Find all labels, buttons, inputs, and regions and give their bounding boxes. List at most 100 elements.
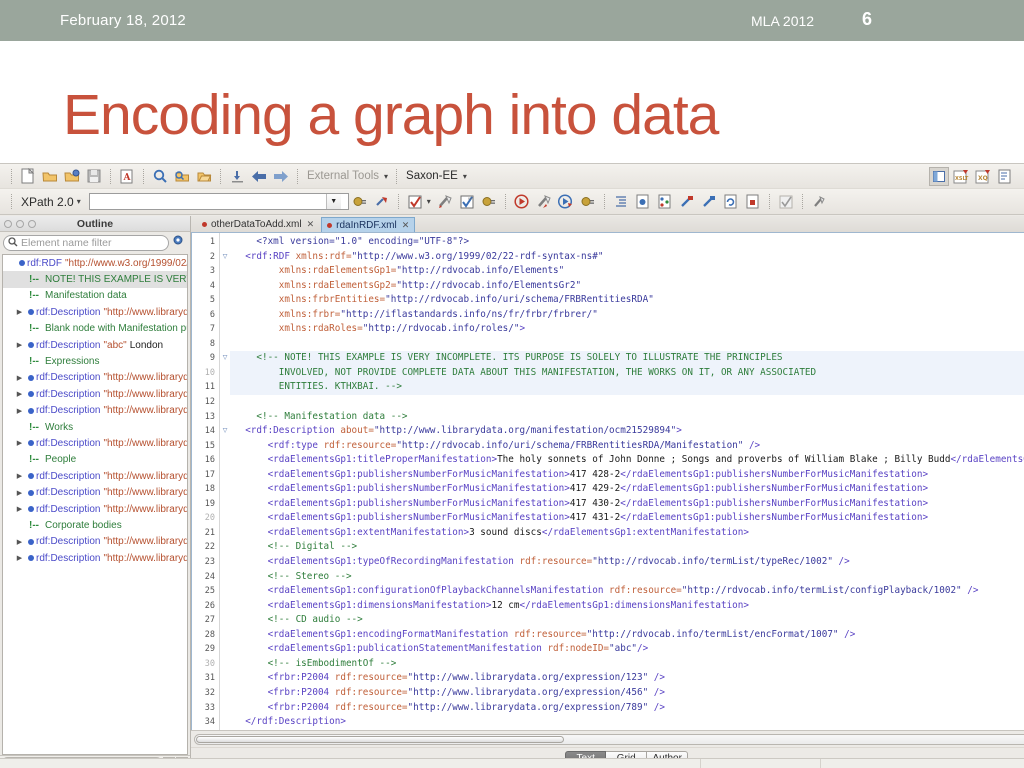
expand-triangle-icon[interactable]: ▶ [14, 407, 25, 415]
outline-row[interactable]: ▶ rdf:Description "http://www.libraryd [3, 550, 187, 566]
code-line[interactable]: <rdaElementsGp1:publicationStatementMani… [230, 642, 1024, 657]
xml-document-icon[interactable] [633, 192, 653, 211]
code-line[interactable]: </rdf:Description> [230, 715, 1024, 730]
forward-arrow-icon[interactable] [271, 167, 291, 186]
code-line[interactable]: <rdaElementsGp1:configurationOfPlaybackC… [230, 584, 1024, 599]
outline-row[interactable]: ▶ rdf:Description "http://www.libraryd [3, 386, 187, 402]
outline-row[interactable]: !-- Blank node with Manifestation pub [3, 321, 187, 337]
new-xquery-icon[interactable]: XQ [973, 167, 993, 186]
find-in-files-icon[interactable] [172, 167, 192, 186]
xpath-input-field[interactable] [89, 194, 326, 209]
new-xslt-icon[interactable]: XSLT [951, 167, 971, 186]
save-icon[interactable] [84, 167, 104, 186]
code-line[interactable]: <rdaElementsGp1:publishersNumberForMusic… [230, 511, 1024, 526]
code-content[interactable]: <?xml version="1.0" encoding="UTF-8"?> <… [230, 233, 1024, 730]
code-line[interactable]: xmlns:frbrEntities="http://rdvocab.info/… [230, 293, 1024, 308]
fold-toggle-icon[interactable]: ▽ [220, 424, 230, 439]
code-line[interactable]: <rdaElementsGp1:typeOfRecordingManifesta… [230, 555, 1024, 570]
fold-toggle-icon[interactable]: ▽ [220, 351, 230, 366]
outline-row[interactable]: ▶ rdf:Description "http://www.libraryd [3, 501, 187, 517]
code-folding-column[interactable]: ▽▽▽▽ [220, 233, 230, 730]
go-to-icon[interactable] [227, 167, 247, 186]
code-line[interactable]: <!-- Digital --> [230, 540, 1024, 555]
editor-hscroll-thumb[interactable] [196, 735, 564, 743]
code-line[interactable]: <!-- Stereo --> [230, 570, 1024, 585]
fold-toggle-icon[interactable]: ▽ [220, 250, 230, 265]
outline-row[interactable]: !-- People [3, 452, 187, 468]
external-tools-label[interactable]: External Tools [303, 170, 383, 182]
expand-triangle-icon[interactable]: ▶ [14, 308, 25, 316]
code-line[interactable]: <rdf:Description about="http://www.libra… [230, 424, 1024, 439]
close-icon[interactable]: ✕ [402, 220, 410, 231]
code-line[interactable]: <rdaElementsGp1:publishersNumberForMusic… [230, 468, 1024, 483]
validation-options-icon[interactable] [479, 192, 499, 211]
stop-document-icon[interactable] [743, 192, 763, 211]
code-line[interactable]: INVOLVED, NOT PROVIDE COMPLETE DATA ABOU… [230, 365, 1024, 381]
transformer-scenario-label[interactable]: Saxon-EE [402, 170, 462, 182]
expand-triangle-icon[interactable]: ▶ [14, 341, 25, 349]
transformer-chevron-down-icon[interactable]: ▾ [462, 172, 470, 181]
outline-row[interactable]: ▶ rdf:Description "http://www.libraryd [3, 403, 187, 419]
outline-tree[interactable]: rdf:RDF "http://www.w3.org/1999/02/ !-- NOT… [2, 254, 188, 755]
expand-triangle-icon[interactable]: ▶ [14, 505, 25, 513]
external-tools-chevron-down-icon[interactable]: ▾ [383, 172, 391, 181]
code-line[interactable]: <rdaElementsGp1:publishersNumberForMusic… [230, 497, 1024, 512]
code-line[interactable]: xmlns:rdaElementsGp1="http://rdvocab.inf… [230, 264, 1024, 279]
xpath-history-chevron-down-icon[interactable]: ▼ [325, 194, 341, 209]
open-folder-icon[interactable] [40, 167, 60, 186]
check-spelling-icon[interactable] [776, 192, 796, 211]
code-line[interactable]: <?xml version="1.0" encoding="UTF-8"?> [230, 235, 1024, 250]
xml-link-icon[interactable] [677, 192, 697, 211]
outline-row[interactable]: ▶ rdf:Description "abc" London [3, 337, 187, 353]
code-line[interactable]: xmlns:rdaRoles="http://rdvocab.info/role… [230, 322, 1024, 337]
associate-schema-icon[interactable] [435, 192, 455, 211]
xpath-version-chevron-down-icon[interactable]: ▾ [76, 197, 84, 206]
code-line[interactable]: xmlns:rdaElementsGp2="http://rdvocab.inf… [230, 279, 1024, 294]
outline-row[interactable]: !-- Works [3, 419, 187, 435]
format-indent-icon[interactable] [611, 192, 631, 211]
layout-panels-icon[interactable] [929, 167, 949, 186]
code-line[interactable]: <rdaElementsGp1:titleProperManifestation… [230, 453, 1024, 468]
expand-triangle-icon[interactable]: ▶ [14, 538, 25, 546]
back-arrow-icon[interactable] [249, 167, 269, 186]
check-wellformed-icon[interactable]: W [457, 192, 477, 211]
code-line[interactable]: ENTITIES. KTHXBAI. --> [230, 380, 1024, 396]
xpath-input[interactable]: ▼ [88, 193, 349, 210]
code-line[interactable]: <!-- CD audio --> [230, 613, 1024, 628]
xml-tree-icon[interactable] [655, 192, 675, 211]
execute-xpath-icon[interactable] [372, 192, 392, 211]
configure-transformation-icon[interactable] [534, 192, 554, 211]
outline-row[interactable]: !-- Manifestation data [3, 288, 187, 304]
code-line[interactable]: <frbr:P2004 rdf:resource="http://www.lib… [230, 671, 1024, 686]
editor-horizontal-scrollbar[interactable]: ◀ ▶ [191, 730, 1024, 747]
code-line[interactable]: <rdf:type rdf:resource="http://rdvocab.i… [230, 439, 1024, 454]
code-line[interactable]: xmlns:frbr="http://iflastandards.info/ns… [230, 308, 1024, 323]
editor-tab[interactable]: rdaInRDF.xml ✕ [321, 217, 416, 232]
close-icon[interactable]: ✕ [307, 219, 315, 230]
outline-row[interactable]: ▶ rdf:Description "http://www.libraryd [3, 370, 187, 386]
code-line[interactable]: <rdaElementsGp1:publishersNumberForMusic… [230, 482, 1024, 497]
expand-triangle-icon[interactable]: ▶ [14, 390, 25, 398]
code-line[interactable]: <frbr:P2004 rdf:resource="http://www.lib… [230, 701, 1024, 716]
validate-chevron-down-icon[interactable]: ▾ [426, 197, 434, 206]
refresh-document-icon[interactable] [721, 192, 741, 211]
outline-row[interactable]: !-- Corporate bodies [3, 517, 187, 533]
xml-link-2-icon[interactable] [699, 192, 719, 211]
outline-row[interactable]: rdf:RDF "http://www.w3.org/1999/02/ [3, 255, 187, 271]
expand-triangle-icon[interactable]: ▶ [14, 489, 25, 497]
open-url-folder-icon[interactable] [62, 167, 82, 186]
expand-triangle-icon[interactable]: ▶ [14, 554, 25, 562]
code-line[interactable]: <!-- NOTE! THIS EXAMPLE IS VERY INCOMPLE… [230, 351, 1024, 366]
code-line[interactable]: <!-- isEmbodimentOf --> [230, 657, 1024, 672]
transformation-options-icon[interactable] [578, 192, 598, 211]
find-replace-icon[interactable]: A [117, 167, 137, 186]
code-line[interactable]: <rdf:RDF xmlns:rdf="http://www.w3.org/19… [230, 250, 1024, 265]
expand-triangle-icon[interactable]: ▶ [14, 374, 25, 382]
editor-hscroll-track[interactable] [194, 733, 1024, 745]
code-line[interactable]: <!-- Manifestation data --> [230, 410, 1024, 425]
outline-filter-input[interactable]: Element name filter [3, 235, 169, 251]
new-file-icon[interactable] [18, 167, 38, 186]
editor-tab[interactable]: otherDataToAdd.xml ✕ [197, 217, 319, 232]
code-editor-area[interactable]: 1 2 3 4 5 6 7 8 9 10 11 12 13 14 15 16 17 18 19 20 21 22 23 24 2… [191, 233, 1024, 730]
gear-icon[interactable] [169, 234, 187, 252]
